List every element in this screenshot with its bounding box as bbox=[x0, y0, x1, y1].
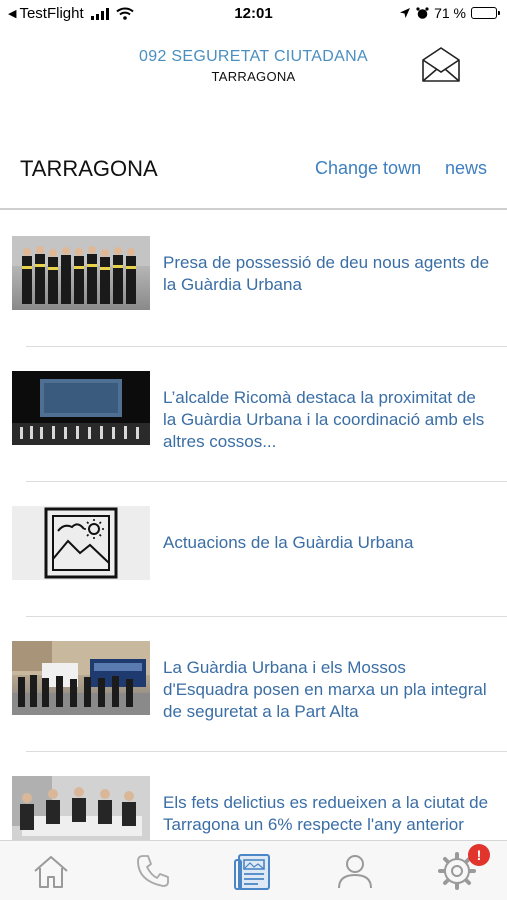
news-item[interactable]: Actuacions de la Guàrdia Urbana bbox=[0, 482, 507, 617]
user-icon[interactable] bbox=[335, 851, 375, 891]
news-item[interactable]: L’alcalde Ricomà destaca la proximitat d… bbox=[0, 347, 507, 482]
news-list[interactable]: Presa de possessió de deu nous agents de… bbox=[0, 212, 507, 840]
battery-percent: 71 % bbox=[434, 5, 466, 21]
news-item[interactable]: Presa de possessió de deu nous agents de… bbox=[0, 212, 507, 347]
image-placeholder-icon bbox=[44, 507, 118, 579]
news-title[interactable]: La Guàrdia Urbana i els Mossos d'Esquadr… bbox=[163, 657, 493, 723]
battery-icon bbox=[471, 7, 500, 19]
settings-badge: ! bbox=[468, 844, 490, 866]
news-thumbnail bbox=[12, 236, 150, 310]
news-link[interactable]: news bbox=[445, 158, 487, 179]
phone-icon[interactable] bbox=[133, 851, 173, 891]
news-title[interactable]: Presa de possessió de deu nous agents de… bbox=[163, 252, 493, 296]
app-header: 092 SEGURETAT CIUTADANA TARRAGONA bbox=[0, 40, 507, 100]
change-town-link[interactable]: Change town bbox=[315, 158, 421, 179]
news-item[interactable]: La Guàrdia Urbana i els Mossos d'Esquadr… bbox=[0, 617, 507, 752]
location-arrow-icon bbox=[400, 8, 411, 18]
town-name: TARRAGONA bbox=[20, 156, 158, 181]
news-thumbnail bbox=[12, 506, 150, 580]
news-thumbnail bbox=[12, 776, 150, 840]
news-title[interactable]: L’alcalde Ricomà destaca la proximitat d… bbox=[163, 387, 493, 453]
tab-bar bbox=[0, 840, 507, 900]
status-bar: ◀ TestFlight 12:01 71 % bbox=[0, 0, 507, 28]
news-icon[interactable] bbox=[233, 851, 273, 891]
status-right: 71 % bbox=[399, 5, 500, 21]
town-bar: TARRAGONA Change town news bbox=[0, 140, 507, 210]
news-thumbnail bbox=[12, 641, 150, 715]
news-title[interactable]: Els fets delictius es redueixen a la ciu… bbox=[163, 792, 493, 836]
mail-icon[interactable] bbox=[420, 45, 462, 85]
news-title[interactable]: Actuacions de la Guàrdia Urbana bbox=[163, 532, 493, 554]
alarm-icon bbox=[416, 6, 429, 19]
news-item[interactable]: Els fets delictius es redueixen a la ciu… bbox=[0, 752, 507, 840]
home-icon[interactable] bbox=[31, 851, 71, 891]
news-thumbnail bbox=[12, 371, 150, 445]
